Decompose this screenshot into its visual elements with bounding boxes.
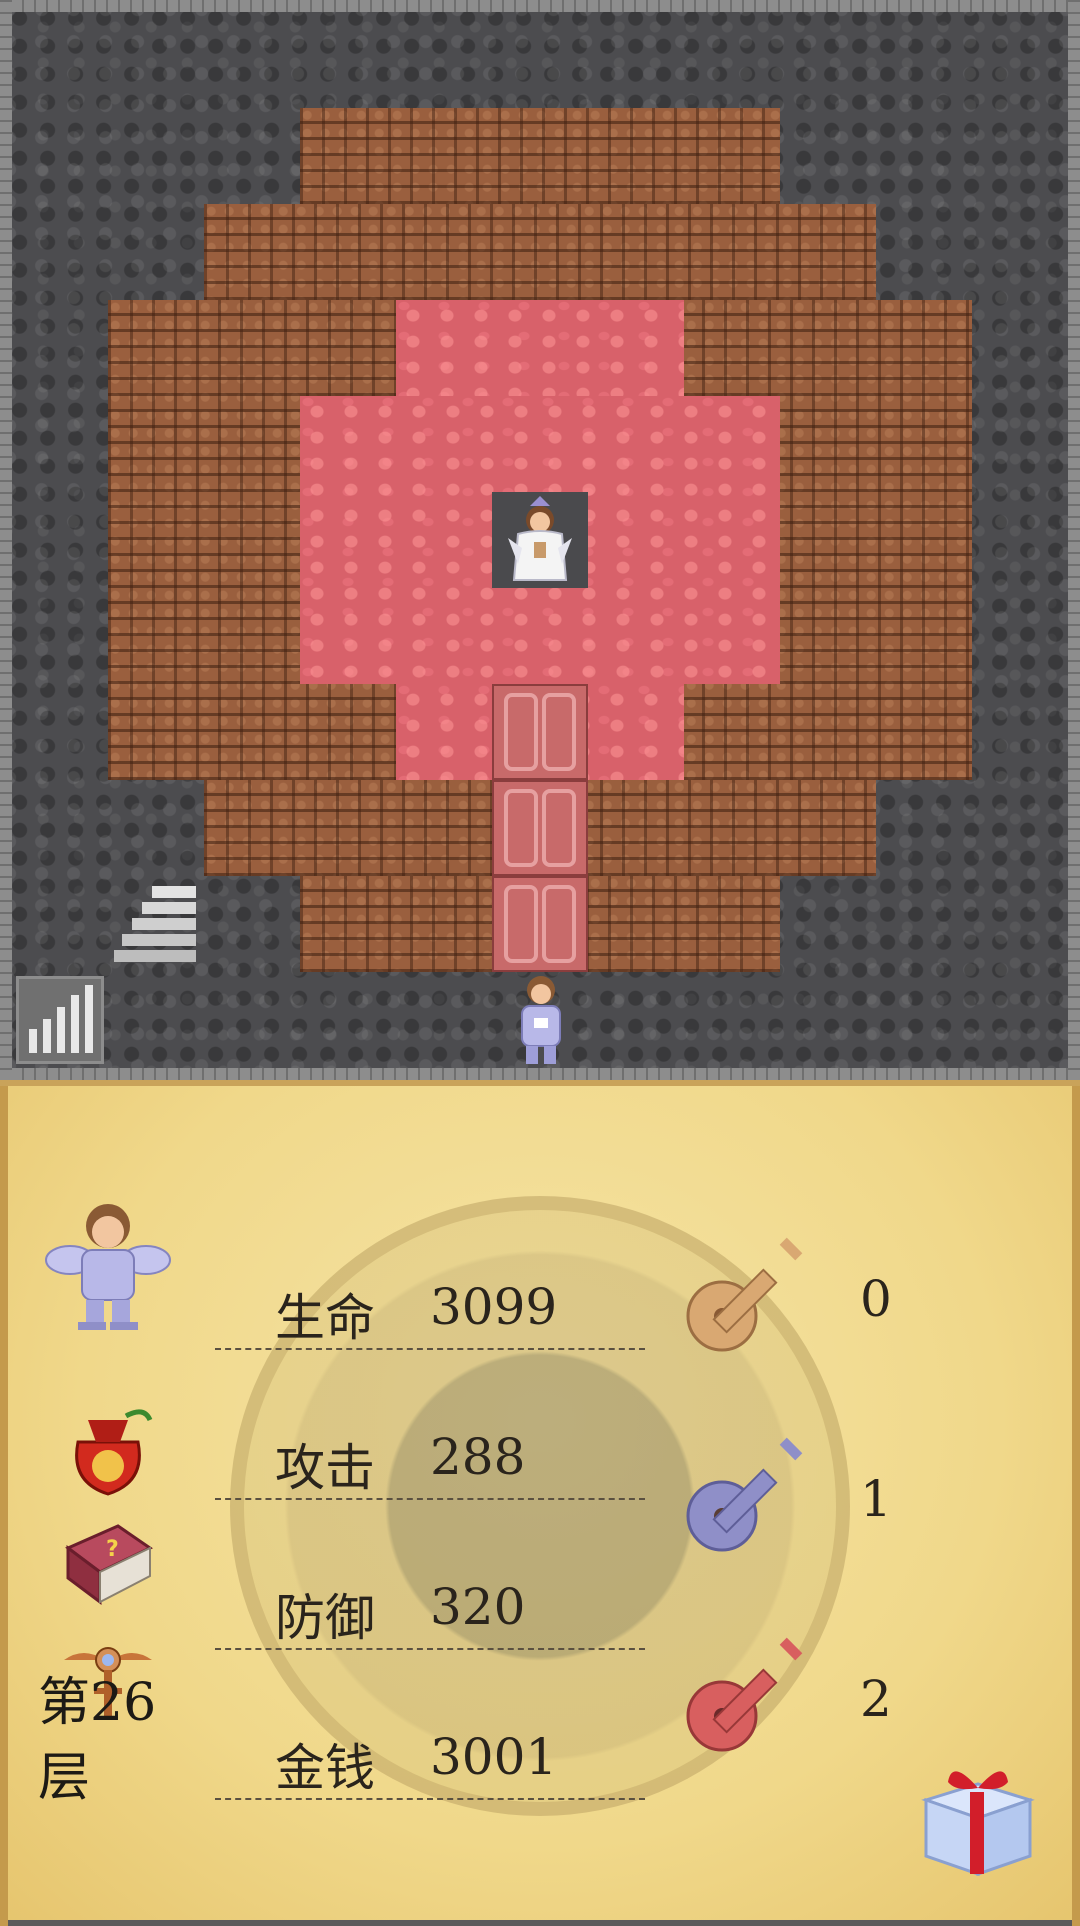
red-door[interactable] bbox=[492, 780, 588, 876]
stat-value: 3001 bbox=[430, 1728, 558, 1786]
stat-row-hp: 生命 3099 bbox=[215, 1260, 645, 1350]
signal-button[interactable] bbox=[16, 976, 104, 1064]
stairs-down-icon[interactable] bbox=[112, 880, 202, 964]
stat-value: 288 bbox=[430, 1428, 526, 1486]
map-border bbox=[1068, 0, 1080, 1080]
gift-box-icon[interactable] bbox=[912, 1748, 1044, 1880]
red-door[interactable] bbox=[492, 684, 588, 780]
panel-edge bbox=[1072, 1086, 1080, 1926]
brick-floor bbox=[300, 108, 780, 204]
red-key-count: 2 bbox=[860, 1670, 892, 1728]
map-border bbox=[0, 1068, 1080, 1080]
stat-label: 攻击 bbox=[275, 1439, 375, 1497]
divider bbox=[215, 1798, 645, 1800]
divider bbox=[215, 1648, 645, 1650]
panel-edge bbox=[0, 1086, 8, 1926]
yellow-key-icon bbox=[686, 1237, 803, 1352]
monster-book-icon[interactable]: ? bbox=[60, 1518, 156, 1608]
stat-label: 生命 bbox=[275, 1289, 375, 1347]
hero-icon[interactable] bbox=[506, 972, 576, 1068]
svg-text:?: ? bbox=[106, 1537, 119, 1562]
red-door[interactable] bbox=[492, 876, 588, 972]
divider bbox=[215, 1348, 645, 1350]
map-border bbox=[0, 0, 12, 1080]
map-border bbox=[0, 0, 1080, 12]
game-map[interactable] bbox=[0, 0, 1080, 1080]
brick-floor bbox=[204, 204, 876, 300]
hero-portrait-icon bbox=[45, 1204, 171, 1330]
red-key-icon bbox=[686, 1637, 803, 1752]
stat-row-attack: 攻击 288 bbox=[215, 1410, 645, 1500]
divider bbox=[215, 1498, 645, 1500]
stat-value: 320 bbox=[430, 1578, 526, 1636]
blue-key-count: 1 bbox=[860, 1470, 892, 1528]
lava-floor bbox=[396, 300, 684, 396]
stat-row-gold: 金钱 3001 bbox=[215, 1710, 645, 1800]
floor-label: 第26层 bbox=[38, 1673, 157, 1808]
blue-key-icon bbox=[686, 1437, 803, 1552]
stat-label: 防御 bbox=[275, 1589, 375, 1647]
stat-row-defense: 防御 320 bbox=[215, 1560, 645, 1650]
stat-value: 3099 bbox=[430, 1278, 558, 1336]
yellow-key-count: 0 bbox=[860, 1270, 892, 1328]
stat-label: 金钱 bbox=[275, 1739, 375, 1797]
angel-npc-icon[interactable] bbox=[500, 494, 580, 586]
lucky-bag-icon[interactable] bbox=[60, 1402, 156, 1498]
signal-icon bbox=[29, 985, 93, 1053]
